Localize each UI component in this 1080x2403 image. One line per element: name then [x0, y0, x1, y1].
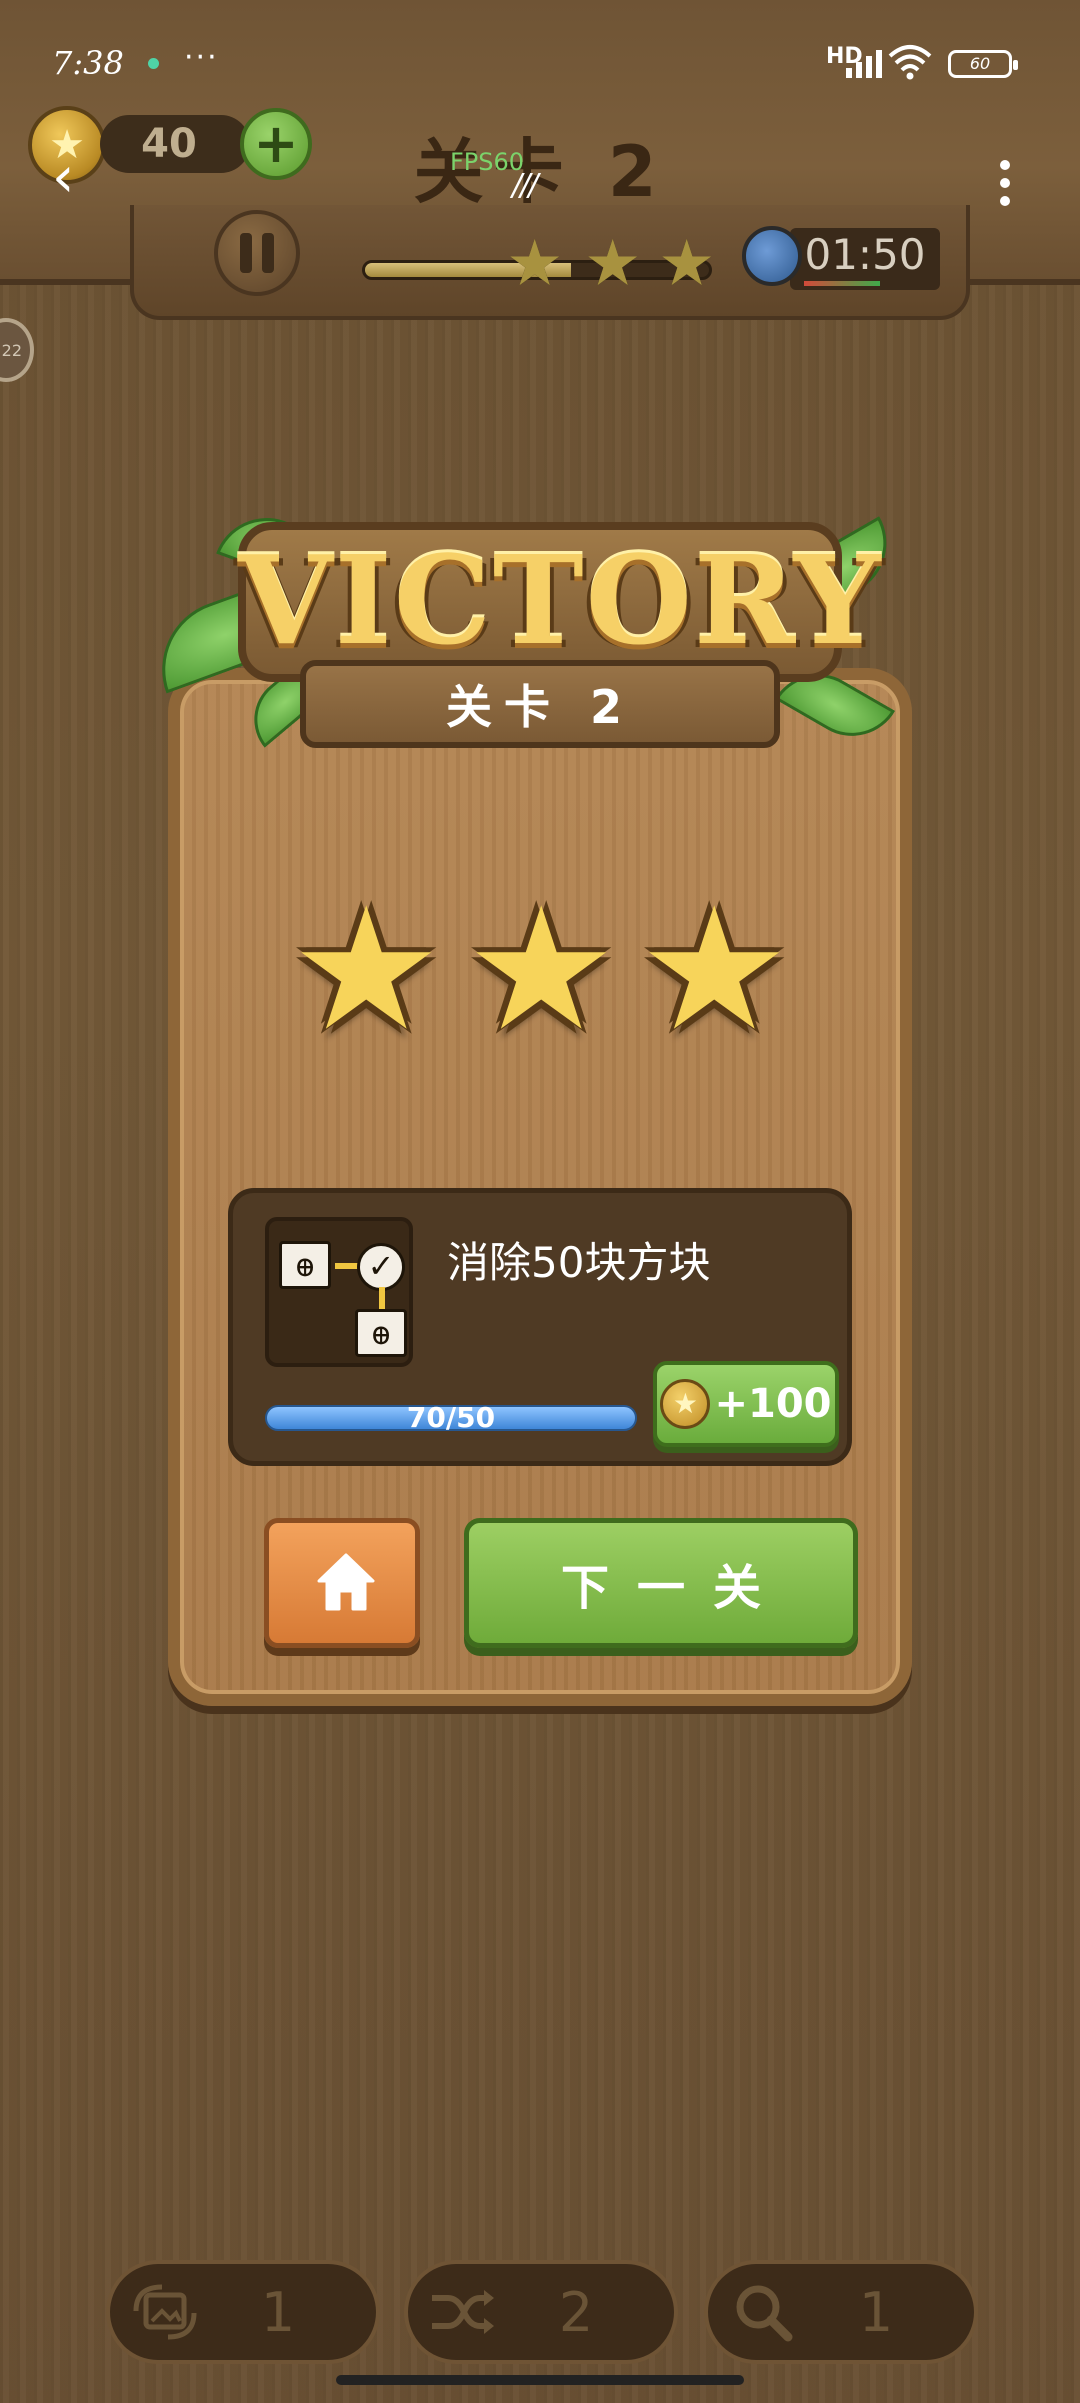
task-panel: ꚛ ✓ ꚛ 消除50块方块 70/50 ★ +100 [228, 1188, 852, 1466]
tool-count: 2 [558, 2280, 594, 2344]
level-title: 关卡 2 [413, 131, 667, 213]
coin-icon: ★ [660, 1379, 711, 1429]
side-badge[interactable]: 22 [0, 318, 34, 382]
battery-icon: 60 [948, 50, 1018, 78]
cherry-tile-icon: ꚛ [279, 1241, 331, 1289]
status-bar: 7:38 ··· HD 60 [0, 0, 1080, 120]
progress-star-icon: ★ [584, 227, 642, 301]
result-star-icon: ★ [290, 871, 443, 1069]
check-icon: ✓ [357, 1243, 405, 1291]
status-more-icon: ··· [184, 40, 219, 75]
progress-star-icon: ★ [658, 227, 716, 301]
tool-rotate-button[interactable]: 1 [106, 2260, 380, 2364]
next-level-button[interactable]: 下一关 [464, 1518, 858, 1648]
signal-icon [846, 46, 882, 78]
task-description: 消除50块方块 [447, 1238, 711, 1287]
rotate-image-icon [110, 2260, 220, 2364]
result-star-icon: ★ [465, 871, 618, 1069]
connector-line [379, 1287, 385, 1311]
timer-display: 01:50 [790, 228, 940, 290]
search-icon [708, 2260, 818, 2364]
pause-button[interactable] [214, 210, 300, 296]
tool-count: 1 [260, 2280, 296, 2344]
timer-bar [804, 281, 880, 286]
alarm-clock-icon [742, 226, 802, 286]
task-icon: ꚛ ✓ ꚛ [265, 1217, 413, 1367]
progress-star-icon: ★ [506, 227, 564, 301]
reward-amount: +100 [714, 1381, 832, 1427]
task-progress-bar: 70/50 [265, 1404, 637, 1432]
tool-bar: 1 2 1 [0, 2250, 1080, 2380]
notification-dot [148, 58, 159, 69]
result-star-icon: ★ [638, 871, 791, 1069]
victory-level-label: 关卡 2 [300, 660, 780, 748]
home-button[interactable] [264, 1518, 420, 1648]
cherry-tile-icon: ꚛ [355, 1309, 407, 1357]
timer-text: 01:50 [804, 230, 926, 279]
fps-indicator-icon: /// [512, 168, 538, 203]
tool-count: 1 [858, 2280, 894, 2344]
shuffle-icon [408, 2260, 518, 2364]
home-indicator[interactable] [336, 2375, 744, 2385]
status-time: 7:38 [52, 44, 124, 82]
more-menu-icon[interactable] [1000, 160, 1014, 214]
victory-title: VICTORY [238, 528, 883, 672]
tool-search-button[interactable]: 1 [704, 2260, 978, 2364]
claim-reward-button[interactable]: ★ +100 [653, 1361, 839, 1447]
tool-shuffle-button[interactable]: 2 [404, 2260, 678, 2364]
wifi-icon [888, 45, 932, 80]
home-icon [317, 1553, 375, 1611]
